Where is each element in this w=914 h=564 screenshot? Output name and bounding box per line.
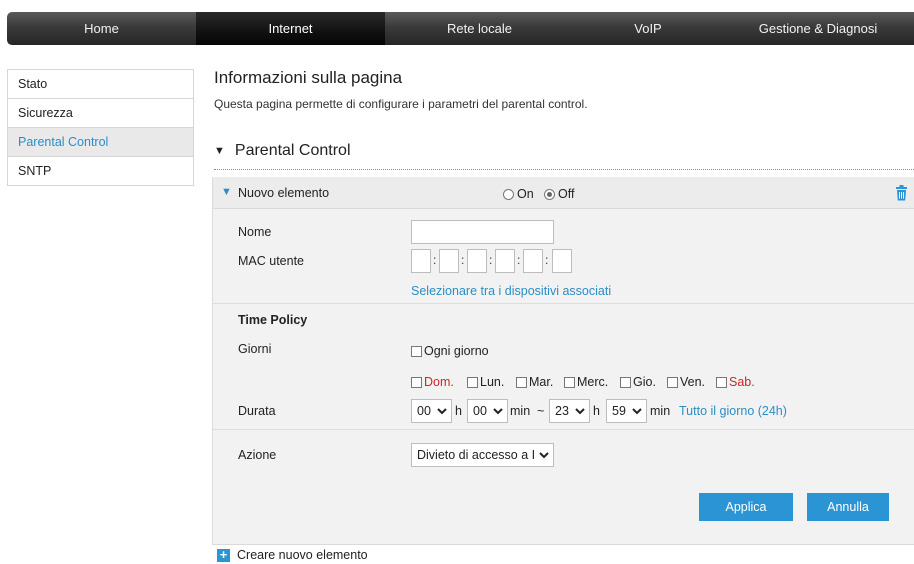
section-header[interactable]: ▼ Parental Control — [214, 142, 351, 160]
day-label: Lun. — [480, 375, 505, 389]
action-select[interactable]: Divieto di accesso a I — [411, 443, 554, 467]
mac-byte-3-input[interactable] — [467, 249, 487, 273]
day-checkbox-sab[interactable]: Sab. — [716, 375, 755, 389]
every-day-label: Ogni giorno — [424, 344, 489, 358]
item-title: Nuovo elemento — [238, 186, 330, 200]
trash-icon[interactable] — [895, 185, 908, 201]
start-hour-value: 00 — [417, 404, 431, 418]
day-label: Ven. — [680, 375, 706, 389]
nav-tab-voip[interactable]: VoIP — [574, 12, 722, 45]
checkbox[interactable] — [667, 376, 678, 388]
mac-byte-6-input[interactable] — [552, 249, 572, 273]
day-label: Gio. — [633, 375, 656, 389]
create-new-item-link[interactable]: Creare nuovo elemento — [237, 548, 368, 562]
checkbox[interactable] — [716, 376, 727, 388]
hour-unit: h — [455, 404, 462, 418]
range-separator: ~ — [537, 404, 545, 418]
end-min-select[interactable]: 59 — [606, 399, 647, 423]
chevron-down-icon — [632, 408, 642, 415]
item-header: ▼ Nuovo elemento On Off — [213, 177, 914, 209]
day-label: Mar. — [529, 375, 554, 389]
time-policy-heading: Time Policy — [238, 313, 308, 327]
action-value: Divieto di accesso a I — [417, 448, 536, 462]
chevron-down-icon — [493, 408, 503, 415]
nav-tab-management[interactable]: Gestione & Diagnosi — [722, 12, 914, 45]
duration-label: Durata — [238, 404, 276, 418]
nav-tab-internet[interactable]: Internet — [196, 12, 385, 45]
name-label: Nome — [238, 225, 272, 239]
checkbox[interactable] — [411, 345, 422, 357]
radio-off-circle[interactable] — [544, 188, 555, 200]
checkbox[interactable] — [411, 376, 422, 388]
collapse-triangle-icon: ▼ — [214, 145, 225, 157]
sidebar-item-stato[interactable]: Stato — [8, 70, 193, 99]
day-checkbox-gio[interactable]: Gio. — [620, 375, 656, 389]
sidebar-item-parental-control[interactable]: Parental Control — [8, 128, 193, 157]
mac-byte-4-input[interactable] — [495, 249, 515, 273]
day-label: Sab. — [729, 375, 755, 389]
radio-off[interactable]: Off — [544, 187, 574, 201]
mac-separator: : — [433, 253, 437, 267]
mac-byte-1-input[interactable] — [411, 249, 431, 273]
create-new-item-row: + Creare nuovo elemento — [212, 544, 914, 564]
sidebar-item-sntp[interactable]: SNTP — [8, 157, 193, 186]
start-min-value: 00 — [473, 404, 487, 418]
checkbox[interactable] — [620, 376, 631, 388]
parental-control-item-panel: ▼ Nuovo elemento On Off Nome MAC utente … — [212, 177, 914, 564]
nav-tab-home[interactable]: Home — [7, 12, 196, 45]
chevron-down-icon — [539, 452, 549, 459]
action-label: Azione — [238, 448, 277, 462]
day-checkbox-mar[interactable]: Mar. — [516, 375, 553, 389]
start-hour-select[interactable]: 00 — [411, 399, 452, 423]
mac-separator: : — [461, 253, 465, 267]
checkbox[interactable] — [467, 376, 478, 388]
checkbox[interactable] — [516, 376, 527, 388]
mac-separator: : — [489, 253, 493, 267]
radio-on[interactable]: On — [503, 187, 534, 201]
mac-byte-5-input[interactable] — [523, 249, 543, 273]
hour-unit: h — [593, 404, 600, 418]
apply-button[interactable]: Applica — [699, 493, 793, 521]
day-label: Merc. — [577, 375, 609, 389]
chevron-down-icon — [575, 408, 585, 415]
day-checkbox-merc[interactable]: Merc. — [564, 375, 608, 389]
top-nav: Home Internet Rete locale VoIP Gestione … — [7, 12, 914, 45]
nav-tab-local-network[interactable]: Rete locale — [385, 12, 574, 45]
sidebar-item-sicurezza[interactable]: Sicurezza — [8, 99, 193, 128]
mac-separator: : — [517, 253, 521, 267]
page-description: Questa pagina permette di configurare i … — [214, 97, 588, 111]
min-unit: min — [650, 404, 671, 418]
name-input[interactable] — [411, 220, 554, 244]
select-devices-link[interactable]: Selezionare tra i dispositivi associati — [411, 284, 611, 298]
radio-on-circle[interactable] — [503, 188, 514, 200]
radio-off-label: Off — [558, 187, 575, 201]
page-title: Informazioni sulla pagina — [214, 68, 403, 87]
day-checkbox-dom[interactable]: Dom. — [411, 375, 454, 389]
expand-triangle-icon[interactable]: ▼ — [221, 186, 232, 198]
all-day-link[interactable]: Tutto il giorno (24h) — [679, 404, 787, 418]
mac-byte-2-input[interactable] — [439, 249, 459, 273]
chevron-down-icon — [437, 408, 447, 415]
radio-on-label: On — [517, 187, 534, 201]
plus-icon[interactable]: + — [217, 548, 230, 562]
end-hour-select[interactable]: 23 — [549, 399, 590, 423]
min-unit: min — [510, 404, 531, 418]
checkbox[interactable] — [564, 376, 575, 388]
mac-separator: : — [545, 253, 549, 267]
section-divider — [214, 169, 914, 170]
day-label: Dom. — [424, 375, 454, 389]
end-min-value: 59 — [612, 404, 626, 418]
divider — [213, 429, 914, 430]
sidebar: Stato Sicurezza Parental Control SNTP — [7, 69, 194, 186]
day-checkbox-lun[interactable]: Lun. — [467, 375, 504, 389]
mac-label: MAC utente — [238, 254, 305, 268]
section-title: Parental Control — [234, 142, 351, 159]
cancel-button[interactable]: Annulla — [807, 493, 889, 521]
days-label: Giorni — [238, 342, 272, 356]
day-checkbox-ven[interactable]: Ven. — [667, 375, 705, 389]
end-hour-value: 23 — [555, 404, 569, 418]
every-day-checkbox[interactable]: Ogni giorno — [411, 344, 489, 358]
start-min-select[interactable]: 00 — [467, 399, 508, 423]
divider — [213, 303, 914, 304]
